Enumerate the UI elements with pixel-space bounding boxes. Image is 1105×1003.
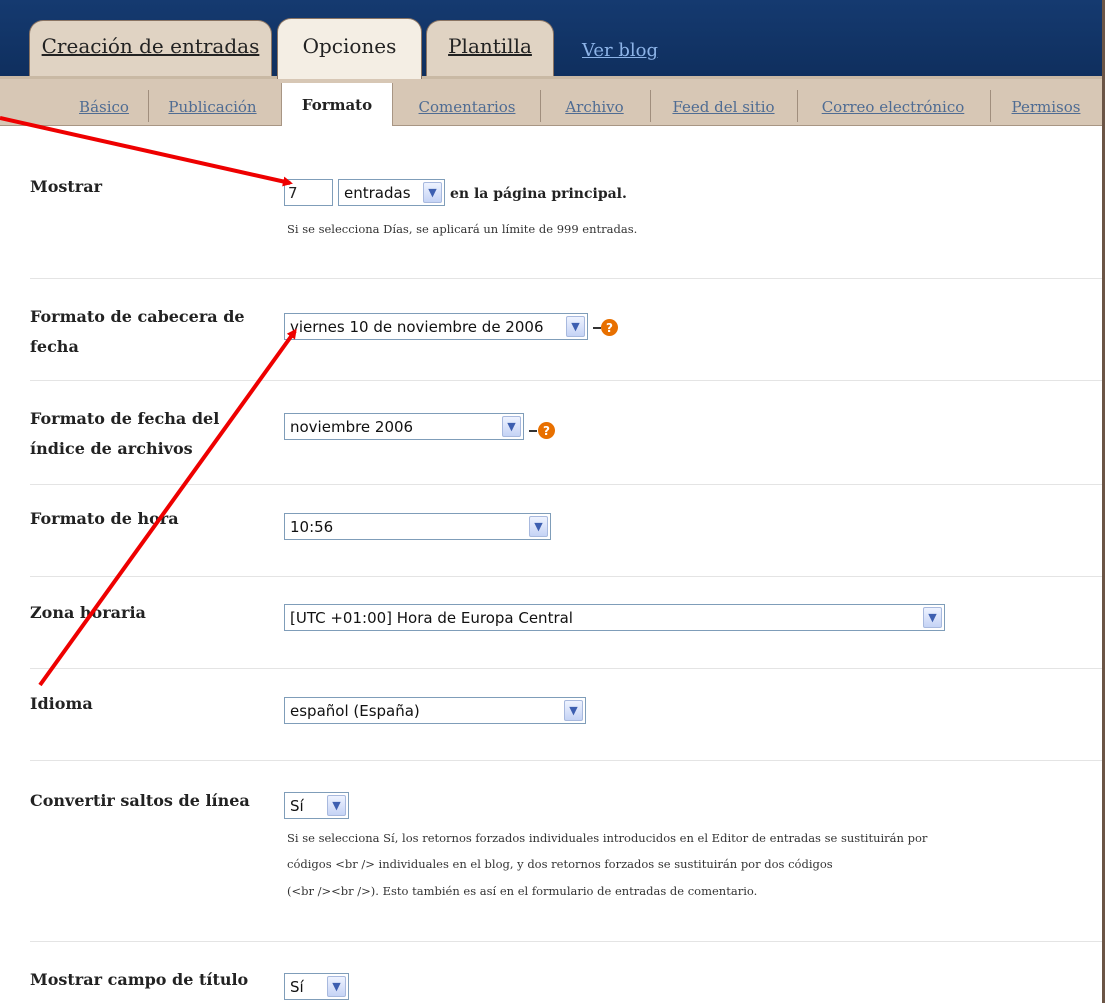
annotation-arrows (0, 116, 297, 687)
page: Creación de entradas Opciones Plantilla … (0, 0, 1105, 1003)
arrow-to-date-header (38, 328, 297, 687)
arrow-to-post-count (0, 116, 293, 187)
